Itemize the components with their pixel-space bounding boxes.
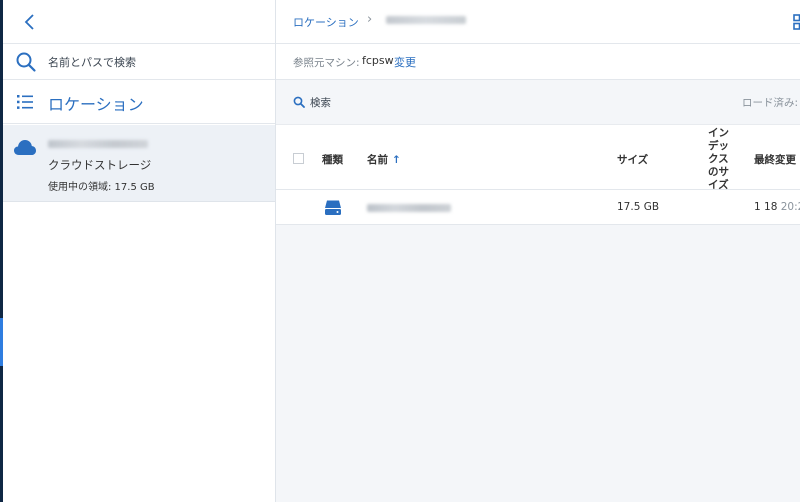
column-modified[interactable]: 最終変更 <box>754 152 796 167</box>
column-name-label: 名前 <box>367 154 388 166</box>
storage-type: クラウドストレージ <box>48 158 152 172</box>
main-panel: ロケーション › 参照元マシン: fcpsw 変更 検索 ロード済み: 1 種類… <box>276 0 800 502</box>
locations-title: ロケーション <box>48 95 144 114</box>
sidebar-search[interactable]: 名前とパスで検索 <box>3 44 275 80</box>
table-row[interactable]: 17.5 GB 1 18 20:28 <box>276 190 800 225</box>
sidebar: 名前とパスで検索 ロケーション クラウドストレージ 使用中の領域: 17.5 G… <box>3 0 276 502</box>
loaded-count: ロード済み: 1 <box>742 97 800 109</box>
column-size[interactable]: サイズ <box>617 152 648 167</box>
breadcrumb-locations[interactable]: ロケーション <box>293 14 359 30</box>
column-type[interactable]: 種類 <box>322 152 343 167</box>
back-arrow-icon[interactable] <box>19 11 41 33</box>
storage-name-redacted <box>48 140 148 148</box>
row-modified: 1 18 20:28 <box>754 201 800 213</box>
change-machine-link[interactable]: 変更 <box>394 54 416 70</box>
column-index-size[interactable]: インデックスのサイズ <box>708 127 732 192</box>
cloud-icon <box>14 140 36 155</box>
table-header: 種類 名前 ↑ サイズ インデックスのサイズ 最終変更 <box>276 124 800 192</box>
row-modified-date: 1 18 <box>754 201 778 213</box>
sidebar-item-cloud-storage[interactable]: クラウドストレージ 使用中の領域: 17.5 GB <box>3 125 275 202</box>
main-header: ロケーション › <box>276 0 800 44</box>
list-toolbar: 検索 ロード済み: 1 <box>276 80 800 124</box>
column-name[interactable]: 名前 ↑ <box>367 152 401 167</box>
search-icon <box>293 96 305 108</box>
source-machine-label: 参照元マシン: <box>293 57 360 69</box>
search-input[interactable]: 名前とパスで検索 <box>48 54 136 70</box>
search-icon <box>16 52 36 72</box>
select-all-checkbox[interactable] <box>293 153 304 164</box>
sidebar-top-bar <box>3 0 275 44</box>
row-modified-time: 20:28 <box>780 201 800 213</box>
drive-icon <box>325 200 341 215</box>
list-search-input[interactable]: 検索 <box>310 95 331 110</box>
row-size: 17.5 GB <box>617 201 660 213</box>
source-machine-bar: 参照元マシン: fcpsw 変更 <box>276 44 800 80</box>
row-name-redacted <box>367 204 451 212</box>
source-machine-value: fcpsw <box>362 54 394 67</box>
breadcrumb-separator: › <box>367 12 373 27</box>
breadcrumb-current-redacted <box>386 16 466 24</box>
locations-header: ロケーション <box>3 80 275 124</box>
sort-ascending-icon: ↑ <box>392 154 401 166</box>
grid-view-icon[interactable] <box>793 14 800 30</box>
list-icon <box>17 95 33 109</box>
storage-used: 使用中の領域: 17.5 GB <box>48 182 155 193</box>
